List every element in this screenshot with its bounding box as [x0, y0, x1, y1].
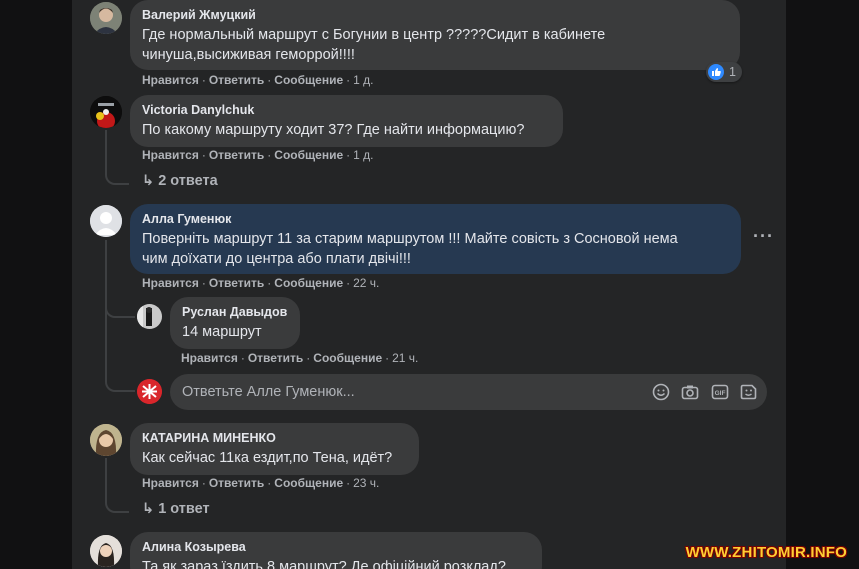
comment-text: По какому маршруту ходит 37? Где найти и… — [142, 122, 525, 138]
reply-text: 14 маршрут — [182, 324, 262, 340]
like-link[interactable]: Нравится — [181, 351, 238, 365]
view-replies-button[interactable]: ↳ 1 ответ — [142, 501, 210, 517]
like-link[interactable]: Нравится — [142, 276, 199, 290]
reply-link[interactable]: Ответить — [209, 476, 264, 490]
reaction-badge[interactable]: 1 — [706, 62, 742, 82]
comment-author[interactable]: КАТАРИНА МИНЕНКО — [142, 430, 407, 446]
camera-icon[interactable] — [681, 383, 699, 401]
thread-connector — [105, 458, 129, 513]
avatar[interactable] — [90, 424, 122, 456]
comment-actions: Нравится · Ответить · Сообщение · 22 ч. — [142, 276, 380, 290]
reply-link[interactable]: Ответить — [248, 351, 303, 365]
message-link[interactable]: Сообщение — [313, 351, 382, 365]
comment-text: Где нормальный маршрут с Богунии в центр… — [142, 27, 606, 43]
comment-text: чим доїхати до центра або плати двічі!!! — [142, 251, 411, 267]
reply-timestamp[interactable]: 21 ч. — [392, 351, 418, 365]
message-link[interactable]: Сообщение — [274, 476, 343, 490]
avatar[interactable] — [90, 2, 122, 34]
reply-actions: Нравится · Ответить · Сообщение · 21 ч. — [181, 351, 419, 365]
comment-bubble-highlighted: Алла Гуменюк Поверніть маршрут 11 за ста… — [130, 204, 741, 274]
reply-link[interactable]: Ответить — [209, 73, 264, 87]
more-options-icon[interactable]: ··· — [753, 226, 774, 247]
message-link[interactable]: Сообщение — [274, 148, 343, 162]
thread-connector — [105, 300, 135, 318]
thread-connector — [105, 130, 129, 185]
comment-timestamp[interactable]: 22 ч. — [353, 276, 379, 290]
comment-author[interactable]: Victoria Danylchuk — [142, 102, 551, 118]
comment-text: Та як зараз їздить 8 маршрут? Де офіційн… — [142, 559, 506, 569]
thread-connector — [105, 370, 135, 392]
svg-text:GIF: GIF — [715, 390, 726, 397]
replies-count: 1 ответ — [158, 501, 210, 517]
comment-text: Поверніть маршрут 11 за старим маршрутом… — [142, 231, 678, 247]
reply-bubble: Руслан Давыдов 14 маршрут — [170, 297, 300, 349]
comment-actions: Нравится · Ответить · Сообщение · 1 д. — [142, 148, 374, 162]
comment-bubble: Victoria Danylchuk По какому маршруту хо… — [130, 95, 563, 147]
reply-input[interactable] — [182, 374, 622, 410]
reply-author[interactable]: Руслан Давыдов — [182, 304, 288, 320]
comment-author[interactable]: Алла Гуменюк — [142, 211, 729, 227]
reply-link[interactable]: Ответить — [209, 276, 264, 290]
avatar[interactable] — [137, 304, 162, 329]
comment-text: Как сейчас 11ка ездит,по Тена, идёт? — [142, 450, 393, 466]
comment-bubble: Валерий Жмуцкий Где нормальный маршрут с… — [130, 0, 740, 70]
site-watermark: WWW.ZHITOMIR.INFO — [685, 544, 847, 561]
avatar[interactable] — [90, 96, 122, 128]
comment-actions: Нравится · Ответить · Сообщение · 23 ч. — [142, 476, 380, 490]
reply-arrow-icon: ↳ — [142, 173, 155, 189]
comment-actions: Нравится · Ответить · Сообщение · 1 д. — [142, 73, 374, 87]
comment-author[interactable]: Алина Козырева — [142, 539, 530, 555]
replies-count: 2 ответа — [158, 173, 218, 189]
sticker-icon[interactable] — [740, 383, 758, 401]
comments-feed: Валерий Жмуцкий Где нормальный маршрут с… — [72, 0, 786, 569]
reply-arrow-icon: ↳ — [142, 501, 155, 517]
message-link[interactable]: Сообщение — [274, 73, 343, 87]
like-link[interactable]: Нравится — [142, 476, 199, 490]
gif-icon[interactable]: GIF — [711, 383, 729, 401]
comment-timestamp[interactable]: 1 д. — [353, 148, 373, 162]
message-link[interactable]: Сообщение — [274, 276, 343, 290]
like-link[interactable]: Нравится — [142, 73, 199, 87]
reply-input-box[interactable]: GIF — [170, 374, 767, 410]
like-link[interactable]: Нравится — [142, 148, 199, 162]
comment-bubble: КАТАРИНА МИНЕНКО Как сейчас 11ка ездит,п… — [130, 423, 419, 475]
current-user-avatar — [137, 379, 162, 404]
reaction-count: 1 — [729, 65, 736, 79]
comment-timestamp[interactable]: 23 ч. — [353, 476, 379, 490]
comment-timestamp[interactable]: 1 д. — [353, 73, 373, 87]
comment-author[interactable]: Валерий Жмуцкий — [142, 7, 728, 23]
reply-link[interactable]: Ответить — [209, 148, 264, 162]
view-replies-button[interactable]: ↳ 2 ответа — [142, 173, 218, 189]
emoji-icon[interactable] — [652, 383, 670, 401]
avatar[interactable] — [90, 535, 122, 567]
comment-text: чинуша,высиживая геморрой!!!! — [142, 47, 355, 63]
like-icon — [708, 64, 724, 80]
avatar[interactable] — [90, 205, 122, 237]
comment-bubble: Алина Козырева Та як зараз їздить 8 марш… — [130, 532, 542, 569]
